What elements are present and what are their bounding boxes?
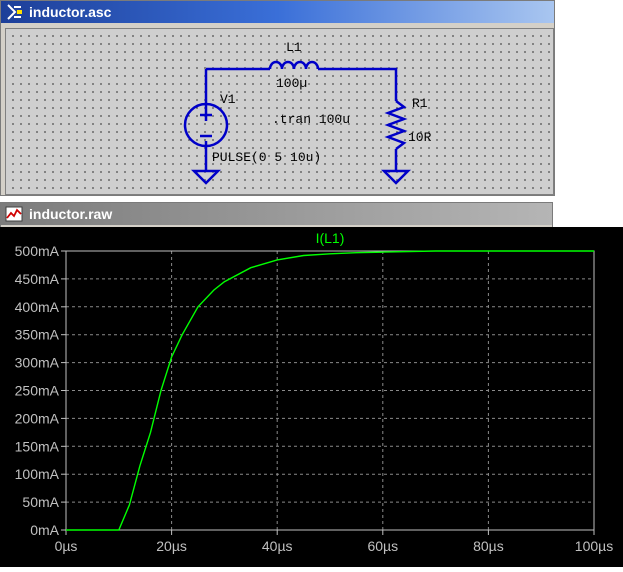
- x-tick-label: 0µs: [55, 538, 78, 554]
- y-tick-label: 300mA: [15, 355, 60, 371]
- plot-black-area[interactable]: [0, 227, 623, 567]
- source-value-label[interactable]: PULSE(0 5 10u): [212, 150, 321, 165]
- schematic-title: inductor.asc: [29, 4, 112, 20]
- tran-directive[interactable]: .tran 100u: [272, 112, 350, 127]
- waveform-icon: [5, 206, 23, 222]
- schematic-titlebar[interactable]: inductor.asc: [1, 1, 554, 23]
- schematic-drawing[interactable]: L1 100µ V1 PULSE(0 5 10u) R1 10R .tran 1…: [6, 29, 553, 194]
- x-tick-label: 100µs: [575, 538, 613, 554]
- schematic-window[interactable]: inductor.asc L1 100µ V1 PULSE(0 5 10u) R…: [0, 0, 555, 196]
- y-tick-label: 0mA: [30, 522, 59, 538]
- x-tick-label: 60µs: [367, 538, 398, 554]
- y-tick-label: 250mA: [15, 383, 60, 399]
- source-name-label[interactable]: V1: [220, 92, 236, 107]
- x-tick-label: 80µs: [473, 538, 504, 554]
- ground-symbol-right[interactable]: [380, 169, 412, 185]
- wire-top-right[interactable]: [318, 67, 398, 101]
- inductor-value-label[interactable]: 100µ: [276, 76, 307, 91]
- resistor-r1-symbol[interactable]: [384, 100, 408, 150]
- schematic-canvas[interactable]: L1 100µ V1 PULSE(0 5 10u) R1 10R .tran 1…: [5, 28, 554, 195]
- resistor-name-label[interactable]: R1: [412, 96, 428, 111]
- y-tick-label: 350mA: [15, 327, 60, 343]
- x-tick-label: 20µs: [156, 538, 187, 554]
- y-tick-label: 200mA: [15, 410, 60, 426]
- x-tick-label: 40µs: [262, 538, 293, 554]
- y-tick-label: 100mA: [15, 466, 60, 482]
- waveform-plot[interactable]: 0µs 20µs 40µs 60µs 80µs 100µs 0mA 50mA 100mA 150m…: [0, 227, 623, 567]
- plot-titlebar[interactable]: inductor.raw: [1, 203, 552, 225]
- plot-window[interactable]: inductor.raw: [0, 202, 553, 227]
- resistor-value-label[interactable]: 10R: [408, 130, 432, 145]
- plot-title: inductor.raw: [29, 206, 113, 222]
- y-tick-label: 450mA: [15, 271, 60, 287]
- inductor-l1-symbol[interactable]: [268, 60, 320, 70]
- ltspice-schematic-icon: [7, 4, 22, 20]
- y-tick-label: 50mA: [22, 494, 59, 510]
- plot-pane[interactable]: 0µs 20µs 40µs 60µs 80µs 100µs 0mA 50mA 100mA 150m…: [0, 227, 623, 567]
- ground-symbol-left[interactable]: [190, 169, 222, 185]
- inductor-name-label[interactable]: L1: [286, 40, 302, 55]
- y-tick-label: 500mA: [15, 243, 60, 259]
- y-tick-label: 400mA: [15, 299, 60, 315]
- trace-label[interactable]: I(L1): [316, 230, 345, 246]
- voltage-source-v1-symbol[interactable]: [183, 102, 229, 148]
- y-tick-label: 150mA: [15, 438, 60, 454]
